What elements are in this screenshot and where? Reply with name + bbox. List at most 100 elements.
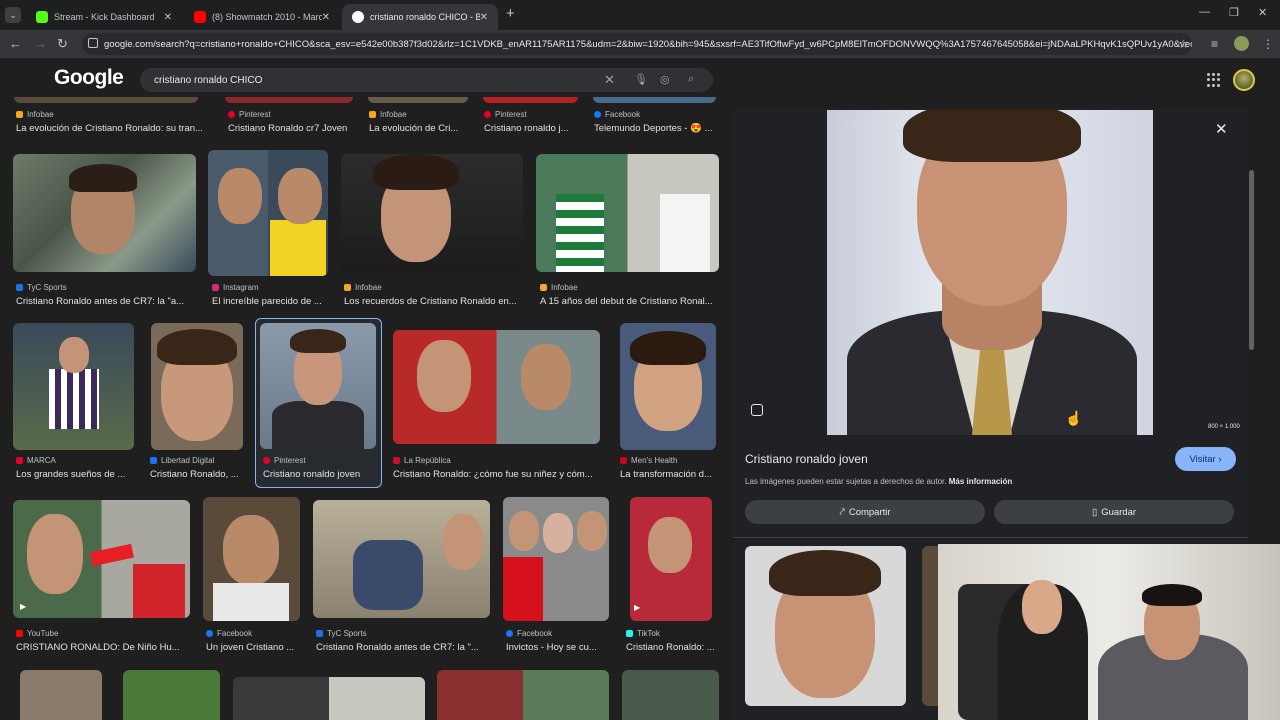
result-title[interactable]: La transformación d... <box>620 469 720 480</box>
profile-icon[interactable] <box>1234 36 1249 51</box>
tab-kick[interactable]: Stream - Kick Dashboard ✕ <box>26 4 182 30</box>
result-image[interactable]: ▶ <box>630 497 712 621</box>
account-avatar[interactable] <box>1233 69 1255 91</box>
result-image[interactable] <box>13 154 196 272</box>
result-image[interactable] <box>393 330 600 444</box>
result-title[interactable]: Un joven Cristiano ... <box>206 642 306 653</box>
tab-label: (8) Showmatch 2010 - Marcelo <box>212 12 322 22</box>
result-image[interactable] <box>151 323 243 450</box>
bookmark-star-icon[interactable]: ☆ <box>1178 37 1189 51</box>
result-image[interactable] <box>593 97 716 103</box>
preview-image[interactable] <box>827 110 1153 435</box>
result-title[interactable]: Cristiano Ronaldo, ... <box>150 469 250 480</box>
more-info-link[interactable]: Más información <box>949 477 1013 486</box>
result-source: Men's Health <box>620 456 677 465</box>
jersey-shape <box>503 557 543 621</box>
minimize-icon[interactable]: — <box>1199 6 1210 18</box>
result-image[interactable]: ▶ <box>13 500 190 618</box>
result-image[interactable] <box>483 97 578 103</box>
result-image[interactable] <box>14 97 198 103</box>
result-image[interactable] <box>225 97 353 103</box>
tab-search-icon[interactable]: ⌄ <box>5 7 21 23</box>
scrollbar[interactable] <box>1249 170 1254 350</box>
result-image[interactable] <box>503 497 609 621</box>
result-image[interactable] <box>123 670 220 720</box>
close-icon[interactable]: ✕ <box>480 12 488 23</box>
result-image[interactable] <box>620 323 716 450</box>
result-image[interactable] <box>20 670 102 720</box>
lens-icon[interactable]: ◎ <box>660 73 670 86</box>
result-title[interactable]: Cristiano Ronaldo cr7 Joven <box>228 123 358 134</box>
youtube-icon <box>16 630 23 637</box>
arrow-shape <box>90 543 134 567</box>
result-source: Pinterest <box>263 456 306 465</box>
result-title[interactable]: Los grandes sueños de ... <box>16 469 141 480</box>
result-title[interactable]: A 15 años del debut de Cristiano Ronal..… <box>540 296 720 307</box>
result-image[interactable] <box>437 670 609 720</box>
tab-youtube[interactable]: (8) Showmatch 2010 - Marcelo ✕ <box>184 4 340 30</box>
search-icon[interactable]: ⌕ <box>688 73 694 86</box>
result-title[interactable]: La evolución de Cristiano Ronaldo: su tr… <box>16 123 206 134</box>
result-title[interactable]: Cristiano Ronaldo antes de CR7: la "a... <box>16 296 200 307</box>
related-image[interactable] <box>745 546 906 706</box>
result-image[interactable] <box>313 500 490 618</box>
restore-icon[interactable]: ❐ <box>1229 6 1239 19</box>
result-title[interactable]: La evolución de Cri... <box>369 123 475 134</box>
apps-icon[interactable] <box>1207 73 1221 87</box>
back-icon[interactable]: ← <box>9 36 22 51</box>
share-button[interactable]: ⤤ Compartir <box>745 500 985 524</box>
lens-search-icon[interactable] <box>751 404 763 416</box>
result-title[interactable]: Cristiano Ronaldo: ¿cómo fue su niñez y … <box>393 469 605 480</box>
result-image[interactable] <box>622 670 719 720</box>
tab-google[interactable]: cristiano ronaldo CHICO - Busc ✕ <box>342 4 498 30</box>
hair-shape <box>1142 584 1202 606</box>
result-title[interactable]: Los recuerdos de Cristiano Ronaldo en... <box>344 296 528 307</box>
result-image[interactable] <box>13 323 134 450</box>
visit-button[interactable]: Visitar › <box>1175 447 1236 471</box>
result-title[interactable]: Telemundo Deportes - 😍 ... <box>594 123 718 134</box>
close-icon[interactable]: ✕ <box>164 12 172 23</box>
site-info-icon[interactable] <box>88 38 98 48</box>
result-source: TyC Sports <box>316 629 367 638</box>
result-image[interactable] <box>368 97 468 103</box>
google-logo[interactable]: Google <box>54 66 124 90</box>
result-source: MARCA <box>16 456 56 465</box>
mic-icon[interactable]: 🎙 <box>634 73 648 86</box>
save-button[interactable]: ▯ Guardar <box>994 500 1234 524</box>
result-title[interactable]: El increíble parecido de ... <box>212 296 332 307</box>
new-tab-button[interactable]: + <box>506 5 515 22</box>
facebook-icon <box>506 630 513 637</box>
result-title[interactable]: Cristiano ronaldo joven <box>263 469 381 480</box>
reading-list-icon[interactable]: ≡ <box>1211 37 1218 51</box>
result-title[interactable]: Cristiano ronaldo j... <box>484 123 584 134</box>
menu-icon[interactable]: ⋮ <box>1262 37 1274 51</box>
face-shape <box>521 344 571 410</box>
tiktok-icon <box>626 630 633 637</box>
result-image[interactable] <box>260 323 376 449</box>
browser-toolbar: ← → ↻ google.com/search?q=cristiano+rona… <box>0 30 1280 58</box>
face-shape <box>59 337 89 373</box>
result-title[interactable]: Cristiano Ronaldo antes de CR7: la "... <box>316 642 496 653</box>
result-image[interactable] <box>203 497 300 621</box>
close-icon[interactable]: ✕ <box>322 12 330 23</box>
tab-label: Stream - Kick Dashboard <box>54 12 155 22</box>
close-window-icon[interactable]: ✕ <box>1258 6 1267 19</box>
clear-icon[interactable]: ✕ <box>604 72 615 88</box>
address-bar[interactable]: google.com/search?q=cristiano+ronaldo+CH… <box>82 33 1192 55</box>
result-image[interactable] <box>536 154 719 272</box>
result-source: YouTube <box>16 629 58 638</box>
result-image[interactable] <box>341 154 523 272</box>
result-image[interactable] <box>233 677 425 720</box>
result-title[interactable]: CRISTIANO RONALDO: De Niño Hu... <box>16 642 196 653</box>
result-image[interactable] <box>208 150 328 276</box>
bookmark-icon: ▯ <box>1091 506 1098 518</box>
divider <box>733 537 1248 538</box>
result-title[interactable]: Invictos - Hoy se cu... <box>506 642 616 653</box>
reload-icon[interactable]: ↻ <box>57 36 68 52</box>
preview-title[interactable]: Cristiano ronaldo joven <box>745 452 868 466</box>
search-input[interactable]: cristiano ronaldo CHICO ✕ 🎙 ◎ ⌕ <box>140 68 713 92</box>
close-icon[interactable]: ✕ <box>1215 120 1228 138</box>
result-title[interactable]: Cristiano Ronaldo: ... <box>626 642 720 653</box>
face-shape <box>648 517 692 573</box>
forward-icon[interactable]: → <box>34 36 47 51</box>
